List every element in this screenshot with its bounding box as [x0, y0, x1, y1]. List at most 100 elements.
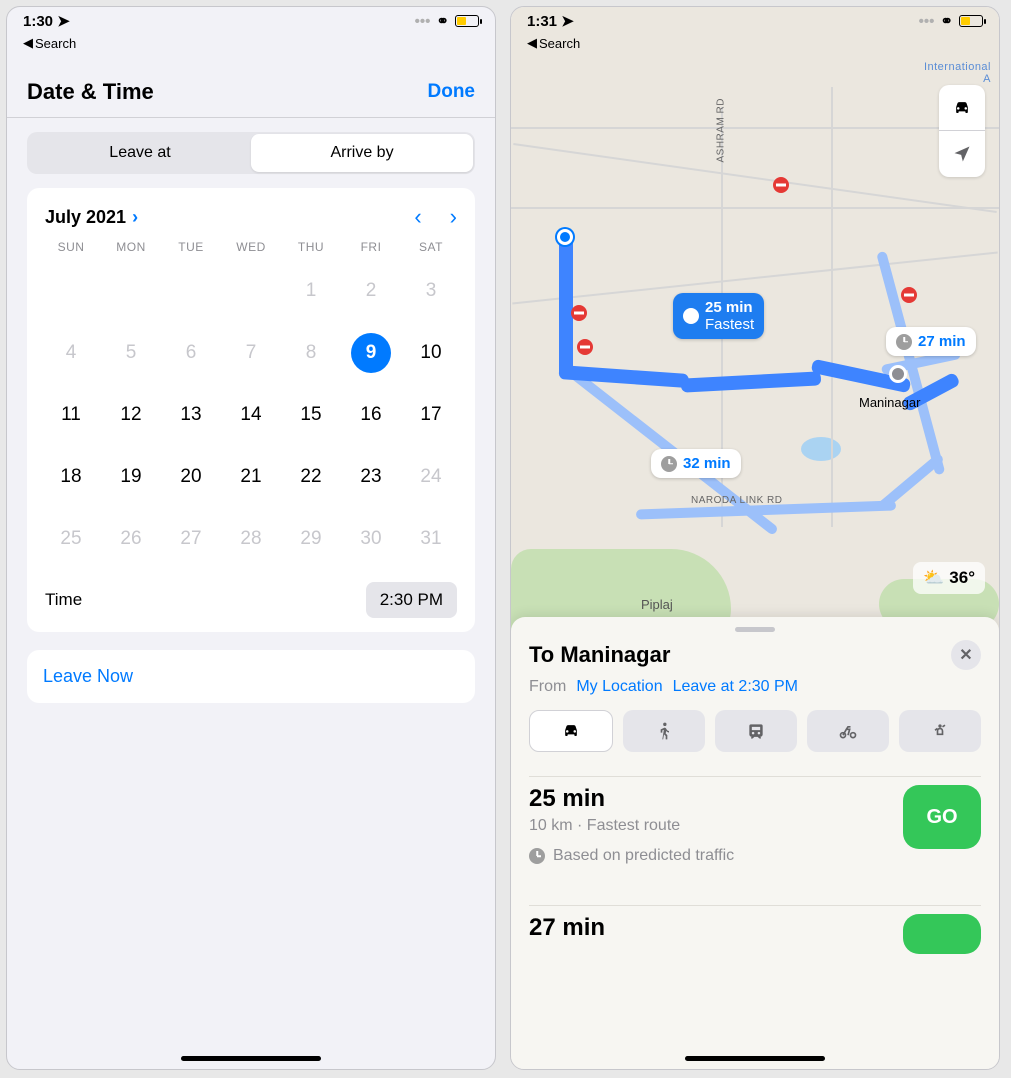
go-button[interactable] — [903, 914, 981, 954]
calendar-card: July 2021› ‹ › SUNMONTUEWEDTHUFRISAT 123… — [27, 188, 475, 632]
close-button[interactable]: ✕ — [951, 640, 981, 670]
calendar-day[interactable]: 22 — [281, 446, 341, 508]
transport-modes — [529, 710, 981, 752]
mode-transit[interactable] — [715, 710, 797, 752]
calendar-day[interactable]: 1 — [281, 260, 341, 322]
clock-icon — [896, 334, 912, 350]
home-indicator[interactable] — [181, 1056, 321, 1061]
calendar-day[interactable]: 27 — [161, 508, 221, 570]
weather-badge[interactable]: ⛅ 36° — [913, 562, 985, 594]
calendar-day[interactable]: 4 — [41, 322, 101, 384]
sheet-title: Date & Time — [27, 79, 154, 105]
calendar-day[interactable]: 14 — [221, 384, 281, 446]
calendar-day[interactable]: 12 — [101, 384, 161, 446]
calendar-day[interactable]: 9 — [341, 322, 401, 384]
calendar-day[interactable]: 28 — [221, 508, 281, 570]
destination-pin — [889, 365, 907, 383]
chevron-right-icon: › — [132, 207, 138, 228]
no-entry-icon — [901, 287, 917, 303]
back-to-search[interactable]: ◀ Search — [7, 35, 495, 57]
next-month-button[interactable]: › — [450, 204, 457, 230]
location-icon: ➤ — [57, 13, 70, 30]
calendar-day[interactable]: 21 — [221, 446, 281, 508]
road-label: ASHRAM RD — [716, 98, 727, 163]
route-card-0[interactable]: 25 min 10 km · Fastest route Based on pr… — [529, 776, 981, 865]
temperature: 36° — [949, 568, 975, 587]
clock-icon — [661, 456, 677, 472]
calendar-day[interactable]: 20 — [161, 446, 221, 508]
go-button[interactable]: GO — [903, 785, 981, 849]
status-icons: ••• ⚭ — [919, 12, 983, 30]
from-row: From My Location Leave at 2:30 PM — [529, 678, 981, 696]
leave-now-button[interactable]: Leave Now — [27, 650, 475, 703]
sheet-grabber[interactable] — [735, 627, 775, 632]
calendar-day — [221, 260, 281, 322]
route-card-1[interactable]: 27 min — [529, 905, 981, 954]
calendar-day[interactable]: 11 — [41, 384, 101, 446]
month-row: July 2021 › ‹ › — [41, 198, 461, 240]
calendar-day[interactable]: 13 — [161, 384, 221, 446]
mode-cycle[interactable] — [807, 710, 889, 752]
status-bar: 1:31 ➤ ••• ⚭ — [511, 7, 999, 35]
alt-route-bubble-1[interactable]: 27 min — [886, 327, 976, 356]
calendar-day[interactable]: 7 — [221, 322, 281, 384]
mode-drive[interactable] — [529, 710, 613, 752]
segment-arrive-by[interactable]: Arrive by — [251, 134, 473, 172]
calendar-day[interactable]: 23 — [341, 446, 401, 508]
calendar-day[interactable]: 10 — [401, 322, 461, 384]
leave-time-chip[interactable]: Leave at 2:30 PM — [673, 678, 798, 696]
calendar-day[interactable]: 5 — [101, 322, 161, 384]
calendar-day[interactable]: 16 — [341, 384, 401, 446]
dow-cell: TUE — [161, 240, 221, 254]
calendar-day[interactable]: 3 — [401, 260, 461, 322]
airport-label: International A — [924, 61, 991, 85]
drive-mode-button[interactable] — [939, 85, 985, 131]
calendar-day[interactable]: 15 — [281, 384, 341, 446]
status-time: 1:31 — [527, 13, 557, 30]
bubble-time: 27 min — [918, 333, 966, 350]
dow-cell: MON — [101, 240, 161, 254]
month-label: July 2021 — [45, 207, 126, 228]
sheet-header: Date & Time Done — [7, 57, 495, 118]
time-picker[interactable]: 2:30 PM — [366, 582, 457, 618]
calendar-day[interactable]: 17 — [401, 384, 461, 446]
calendar-day[interactable]: 18 — [41, 446, 101, 508]
bubble-sub: Fastest — [705, 316, 754, 333]
calendar-day[interactable]: 2 — [341, 260, 401, 322]
status-icons: ••• ⚭ — [415, 12, 479, 30]
calendar-day[interactable]: 24 — [401, 446, 461, 508]
calendar-day[interactable]: 8 — [281, 322, 341, 384]
locate-me-button[interactable] — [939, 131, 985, 177]
calendar-day[interactable]: 30 — [341, 508, 401, 570]
dow-cell: FRI — [341, 240, 401, 254]
fastest-route-bubble[interactable]: 25 minFastest — [673, 293, 764, 339]
calendar-day[interactable]: 6 — [161, 322, 221, 384]
route-note: Based on predicted traffic — [529, 847, 734, 865]
back-to-search[interactable]: ◀ Search — [511, 35, 596, 57]
calendar-day — [101, 260, 161, 322]
calendar-day[interactable]: 29 — [281, 508, 341, 570]
done-button[interactable]: Done — [428, 81, 476, 103]
mode-rideshare[interactable] — [899, 710, 981, 752]
back-label: Search — [539, 36, 580, 51]
status-bar: 1:30 ➤ ••• ⚭ — [7, 7, 495, 35]
calendar-grid[interactable]: 1234567891011121314151617181920212223242… — [41, 260, 461, 570]
start-pin — [557, 229, 573, 245]
dow-cell: SAT — [401, 240, 461, 254]
calendar-day[interactable]: 19 — [101, 446, 161, 508]
from-location-chip[interactable]: My Location — [576, 678, 662, 696]
month-picker[interactable]: July 2021 › — [45, 207, 138, 228]
segment-leave-at[interactable]: Leave at — [29, 134, 251, 172]
road-label: NARODA LINK RD — [691, 495, 782, 506]
leave-arrive-segment[interactable]: Leave at Arrive by — [27, 132, 475, 174]
alt-route-bubble-2[interactable]: 32 min — [651, 449, 741, 478]
month-nav: ‹ › — [414, 204, 457, 230]
calendar-day[interactable]: 25 — [41, 508, 101, 570]
calendar-day[interactable]: 26 — [101, 508, 161, 570]
prev-month-button[interactable]: ‹ — [414, 204, 421, 230]
mode-walk[interactable] — [623, 710, 705, 752]
day-of-week-row: SUNMONTUEWEDTHUFRISAT — [41, 240, 461, 260]
home-indicator[interactable] — [685, 1056, 825, 1061]
calendar-day[interactable]: 31 — [401, 508, 461, 570]
directions-sheet[interactable]: To Maninagar ✕ From My Location Leave at… — [511, 617, 999, 1069]
